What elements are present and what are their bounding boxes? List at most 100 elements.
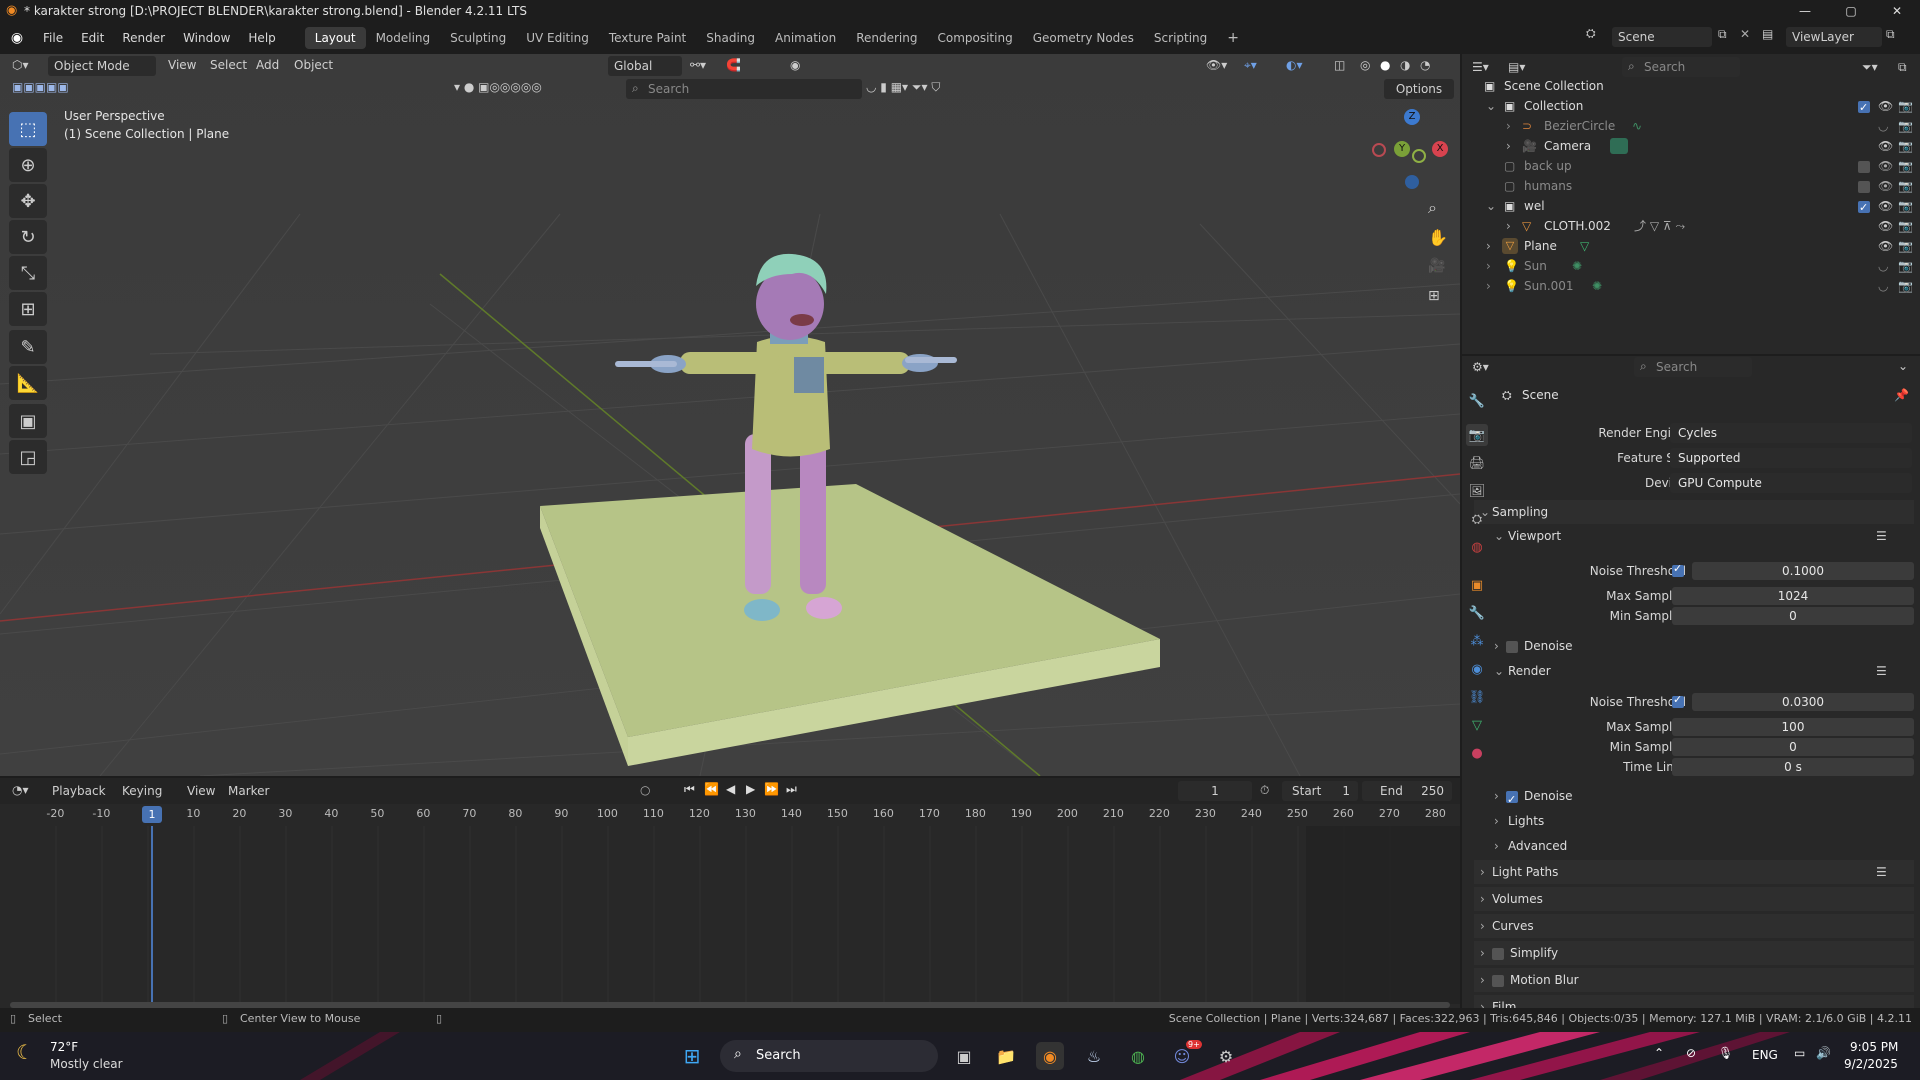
advanced-subsection[interactable]: › Advanced xyxy=(1474,834,1914,858)
eye-icon[interactable]: 👁 xyxy=(1878,216,1893,236)
blender-menu-icon[interactable]: ◉ xyxy=(0,30,34,46)
denoise-checkbox[interactable] xyxy=(1506,634,1518,658)
menu-select[interactable]: Select xyxy=(210,58,247,72)
output-tab-icon[interactable]: 🖨 xyxy=(1466,452,1488,474)
menu-object[interactable]: Object xyxy=(294,58,333,72)
time-limit-field[interactable]: 0 s xyxy=(1672,758,1914,776)
navigation-gizmo[interactable]: Z Y X xyxy=(1370,109,1450,189)
eye-icon[interactable]: 👁 xyxy=(1878,196,1893,216)
3d-viewport[interactable]: ⬚ ⊕ ✥ ↻ ⤡ ⊞ ✎ 📐 ▣ ◲ User Perspective (1)… xyxy=(0,54,1460,776)
outliner-editor-icon[interactable]: ☰▾ xyxy=(1472,60,1489,74)
scene-tab-icon[interactable]: ⛭ xyxy=(1466,508,1488,530)
zoom-icon[interactable]: ⌕ xyxy=(1428,198,1437,218)
timeline-ruler[interactable]: -20 -10 10 20 30 40 50 60 70 80 90 100 110 120 130 140 1… xyxy=(0,804,1460,826)
minimize-button[interactable]: — xyxy=(1782,0,1828,22)
file-explorer-icon[interactable]: 📁 xyxy=(992,1042,1020,1070)
expand-chevron-icon[interactable]: › xyxy=(1506,216,1511,236)
menu-edit[interactable]: Edit xyxy=(72,31,113,45)
measure-tool[interactable]: 📐 xyxy=(9,366,47,400)
checkbox-icon[interactable] xyxy=(1858,96,1870,118)
noise-threshold-checkbox[interactable] xyxy=(1672,693,1684,708)
camera-render-icon[interactable]: 📷 xyxy=(1898,236,1913,256)
simplify-section[interactable]: › Simplify xyxy=(1474,941,1914,965)
visibility-icon[interactable]: 👁▾ xyxy=(1206,58,1227,72)
solid-shading-icon[interactable]: ● xyxy=(1380,58,1390,72)
tab-geometry-nodes[interactable]: Geometry Nodes xyxy=(1023,27,1144,49)
camera-render-icon[interactable]: 📷 xyxy=(1898,256,1913,276)
outliner-row[interactable]: ▣ Scene Collection xyxy=(1462,76,1920,96)
modifier-tab-icon[interactable]: 🔧 xyxy=(1466,602,1488,624)
transform-tool[interactable]: ⊞ xyxy=(9,292,47,326)
camera-render-icon[interactable]: 📷 xyxy=(1898,216,1913,236)
weather-moon-icon[interactable]: ☾ xyxy=(16,1040,34,1064)
material-shading-icon[interactable]: ◑ xyxy=(1400,58,1410,72)
add-object-tool[interactable]: ◲ xyxy=(9,440,47,474)
gizmo-y-axis[interactable]: Y xyxy=(1394,141,1410,157)
move-tool[interactable]: ✥ xyxy=(9,184,47,218)
scene-field[interactable]: Scene xyxy=(1612,27,1712,47)
view-layer-tab-icon[interactable]: 🖼 xyxy=(1466,480,1488,502)
outliner-row[interactable]: ⌄ ▣ Collection 👁 📷 xyxy=(1462,96,1920,118)
expand-chevron-icon[interactable]: › xyxy=(1506,136,1511,156)
gizmo-x-axis[interactable]: X xyxy=(1432,141,1448,157)
noise-threshold-checkbox[interactable] xyxy=(1672,562,1684,577)
display-icon[interactable]: ▭ xyxy=(1794,1046,1805,1060)
sampling-section[interactable]: ⌄ Sampling xyxy=(1474,500,1914,524)
start-frame-field[interactable]: Start 1 xyxy=(1282,781,1358,801)
eye-closed-icon[interactable]: ◡ xyxy=(1878,276,1888,296)
particles-tab-icon[interactable]: ⁂ xyxy=(1466,630,1488,652)
clock-icon[interactable]: ⏱ xyxy=(1260,783,1269,798)
gizmo-neg-z[interactable] xyxy=(1405,175,1419,189)
r-noise-threshold-field[interactable]: 0.0300 xyxy=(1692,693,1914,711)
data-tab-icon[interactable]: ▽ xyxy=(1466,714,1488,736)
outliner-row[interactable]: ▢ back up 👁 📷 xyxy=(1462,156,1920,176)
current-frame-marker[interactable]: 1 xyxy=(142,806,162,823)
taskbar-search[interactable]: ⌕ Search xyxy=(720,1040,938,1072)
tab-rendering[interactable]: Rendering xyxy=(846,27,927,49)
checkbox-icon[interactable] xyxy=(1858,156,1870,176)
selection-mode-icons[interactable]: ▣▣▣▣▣ xyxy=(12,80,69,94)
eye-icon[interactable]: 👁 xyxy=(1878,236,1893,256)
outliner-row[interactable]: › 🎥 Camera 👁 📷 xyxy=(1462,136,1920,156)
tab-shading[interactable]: Shading xyxy=(696,27,765,49)
play-reverse-icon[interactable]: ◀ xyxy=(726,782,735,796)
eye-icon[interactable]: 👁 xyxy=(1878,176,1893,196)
menu-help[interactable]: Help xyxy=(239,31,284,45)
menu-window[interactable]: Window xyxy=(174,31,239,45)
viewlayer-field[interactable]: ViewLayer xyxy=(1786,27,1882,47)
render-denoise-subsection[interactable]: › Denoise xyxy=(1474,784,1914,812)
end-frame-field[interactable]: End 250 xyxy=(1362,781,1452,801)
rotate-tool[interactable]: ↻ xyxy=(9,220,47,254)
play-icon[interactable]: ▶ xyxy=(746,782,755,796)
tab-sculpting[interactable]: Sculpting xyxy=(440,27,516,49)
volume-icon[interactable]: 🔊 xyxy=(1816,1046,1831,1060)
checkbox-icon[interactable] xyxy=(1858,176,1870,196)
simplify-checkbox[interactable] xyxy=(1492,941,1504,965)
blender-taskbar-icon[interactable]: ◉ xyxy=(1036,1042,1064,1070)
select-box-tool[interactable]: ⬚ xyxy=(9,112,47,146)
viewport-search-input[interactable]: Search xyxy=(626,79,862,99)
network-icon[interactable]: ⊘ xyxy=(1686,1046,1696,1060)
pan-hand-icon[interactable]: ✋ xyxy=(1428,228,1448,247)
gizmo-toggle-icon[interactable]: ⌖▾ xyxy=(1244,58,1257,73)
editor-type-icon[interactable]: ⬡▾ xyxy=(12,58,29,72)
pivot-icon[interactable]: ⚯▾ xyxy=(690,58,706,72)
chevron-down-icon[interactable]: ⌄ xyxy=(1898,359,1908,373)
r-min-samples-field[interactable]: 0 xyxy=(1672,738,1914,756)
expand-chevron-icon[interactable]: ⌄ xyxy=(1486,196,1496,216)
clock-date[interactable]: 9/2/2025 xyxy=(1844,1057,1898,1071)
render-engine-dropdown[interactable]: Cycles xyxy=(1670,423,1912,443)
task-view-icon[interactable]: ▣ xyxy=(950,1042,978,1070)
camera-render-icon[interactable]: 📷 xyxy=(1898,116,1913,136)
eye-icon[interactable]: 👁 xyxy=(1878,96,1893,116)
object-tab-icon[interactable]: ▣ xyxy=(1466,574,1488,596)
tab-compositing[interactable]: Compositing xyxy=(927,27,1022,49)
feature-set-dropdown[interactable]: Supported xyxy=(1670,448,1912,468)
film-section[interactable]: › Film xyxy=(1474,995,1914,1008)
gizmo-neg-y[interactable] xyxy=(1412,149,1426,163)
camera-render-icon[interactable]: 📷 xyxy=(1898,96,1913,116)
tab-texture-paint[interactable]: Texture Paint xyxy=(599,27,696,49)
menu-keying[interactable]: Keying xyxy=(122,784,162,798)
tab-modeling[interactable]: Modeling xyxy=(366,27,441,49)
menu-render[interactable]: Render xyxy=(113,31,174,45)
